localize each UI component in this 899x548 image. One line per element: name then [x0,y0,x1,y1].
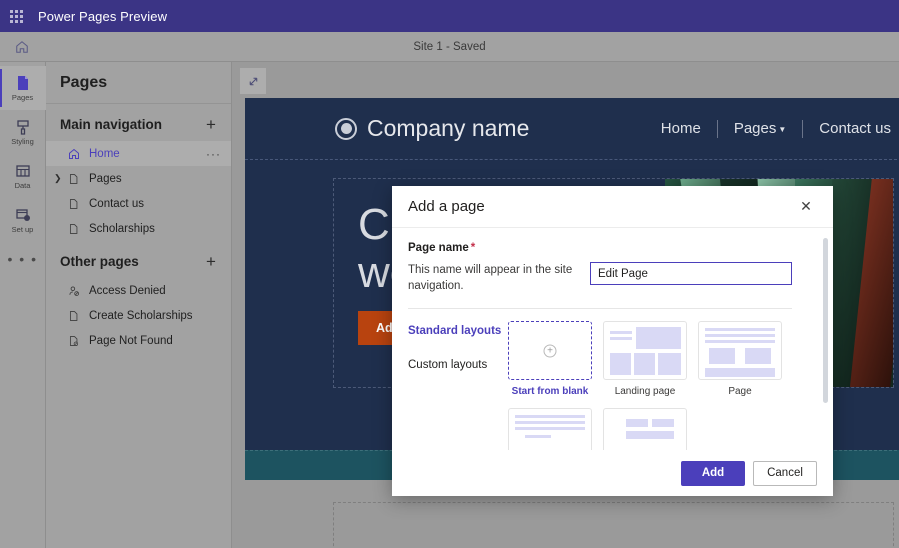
dialog-scrollbar[interactable] [823,238,828,403]
dialog-divider [408,308,792,309]
close-icon[interactable]: ✕ [793,194,819,220]
tab-standard-layouts[interactable]: Standard layouts [408,325,508,337]
layout-thumb-blank: + [508,321,592,380]
layout-thumb-text [508,408,592,450]
layout-categories: Standard layouts Custom layouts [408,321,508,450]
layout-thumb-cards [603,408,687,450]
layout-card-start-from-blank[interactable]: + Start from blank [508,321,592,397]
tab-custom-layouts[interactable]: Custom layouts [408,359,508,371]
dialog-footer: Add Cancel [392,450,833,496]
page-name-help: This name will appear in the site naviga… [408,264,573,292]
page-name-label: Page name * [408,242,476,254]
page-name-row: This name will appear in the site naviga… [408,262,817,294]
layout-card-label: Landing page [614,386,676,397]
layout-card-cards[interactable] [603,408,687,450]
plus-icon: + [543,344,557,357]
dialog-title: Add a page [408,198,485,215]
layouts-section: Standard layouts Custom layouts + Start … [408,321,817,450]
layout-thumb-page [698,321,782,380]
layout-thumb-landing [603,321,687,380]
layout-card-label: Start from blank [511,386,589,397]
add-button[interactable]: Add [681,460,745,486]
layout-grid: + Start from blank Landing page Page [508,321,782,450]
dialog-header: Add a page ✕ [392,186,833,228]
add-page-dialog: Add a page ✕ Page name * This name will a… [392,186,833,496]
dialog-body: Page name * This name will appear in the … [392,228,833,450]
required-marker: * [470,242,476,254]
cancel-button[interactable]: Cancel [753,460,817,486]
page-name-input[interactable] [590,262,792,285]
layout-card-text[interactable] [508,408,592,450]
layout-card-page[interactable]: Page [698,321,782,397]
app-root: Power Pages Preview Site 1 - Saved Pages… [0,0,899,548]
layout-card-landing-page[interactable]: Landing page [603,321,687,397]
layout-card-label: Page [728,386,752,397]
